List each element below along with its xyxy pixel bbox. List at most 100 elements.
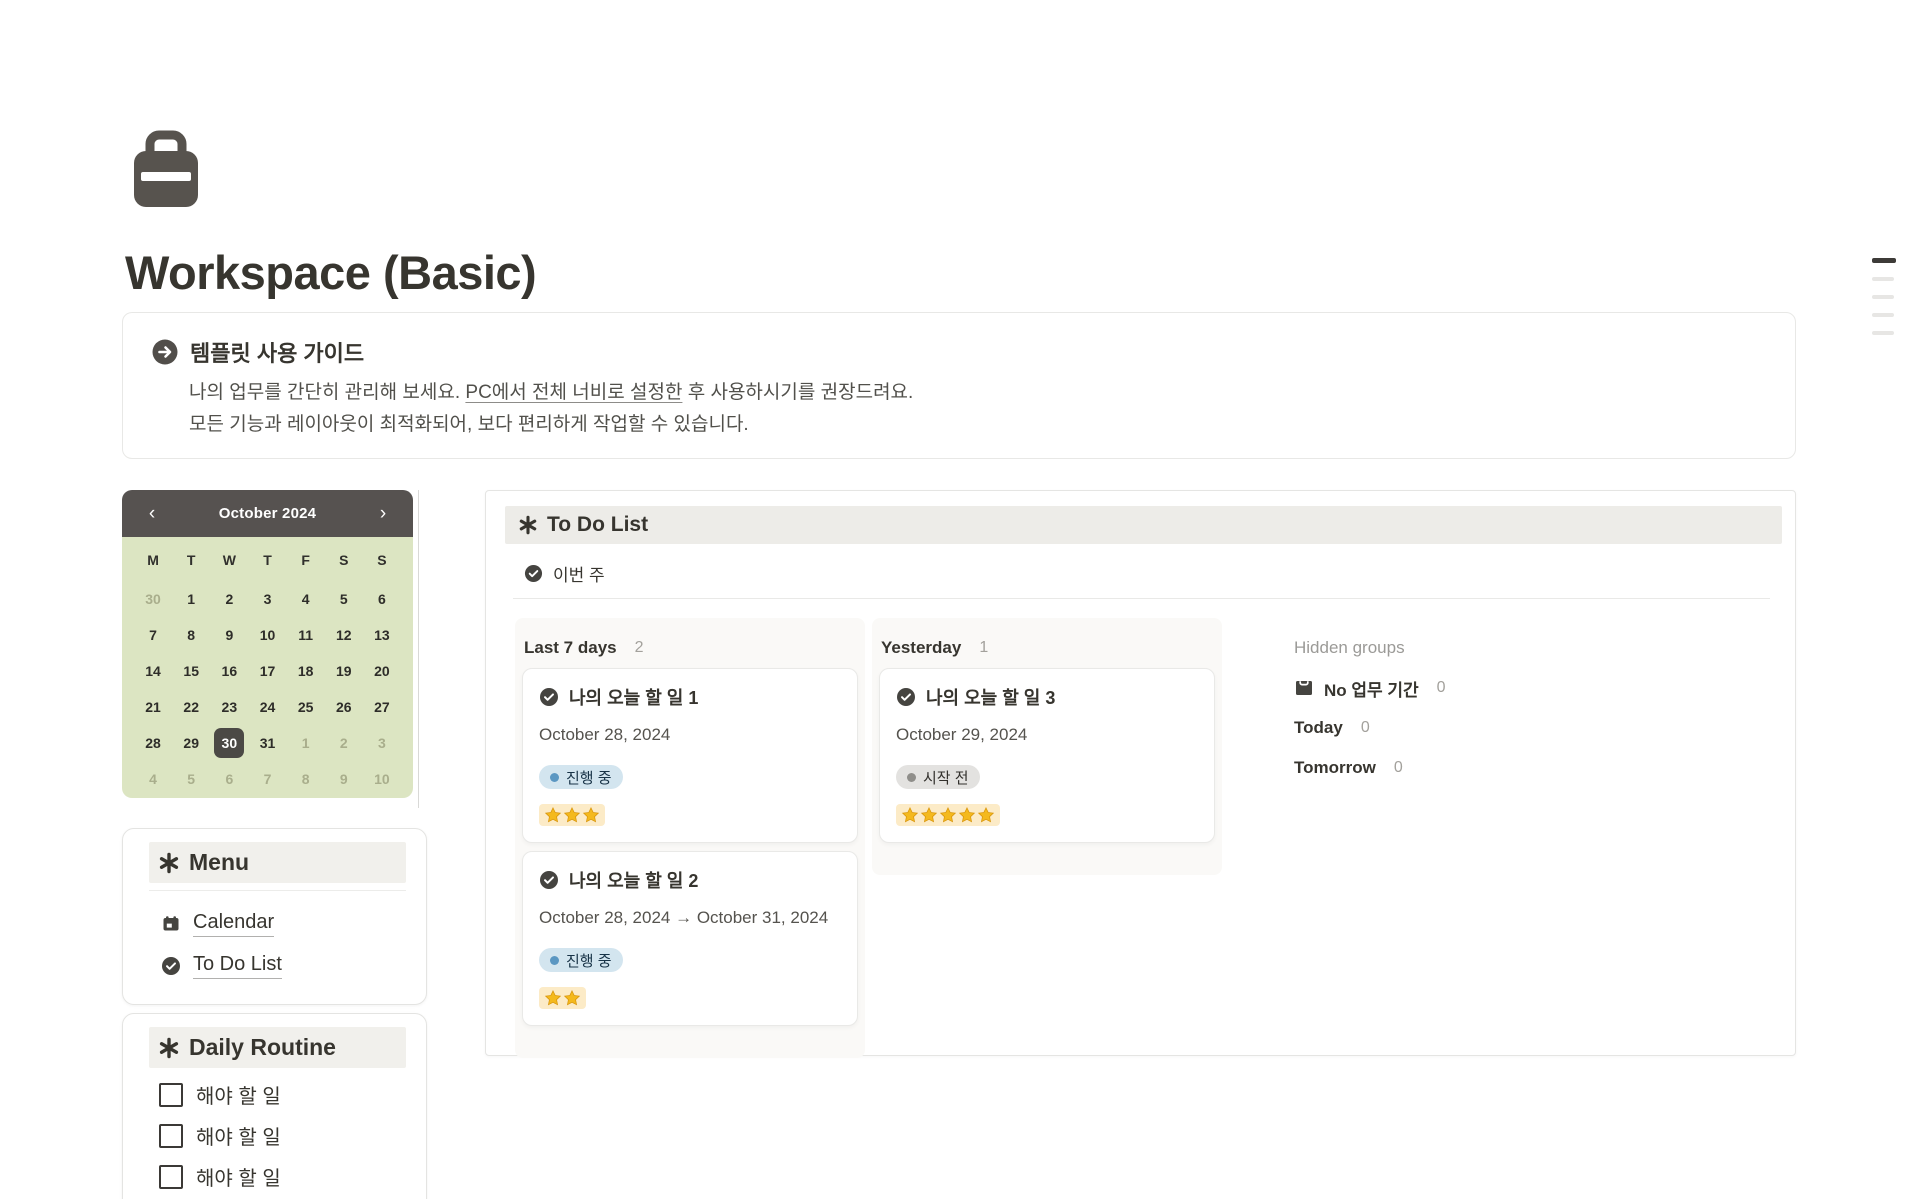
calendar-date-cell[interactable]: 29 xyxy=(172,725,210,761)
menu-item-calendar[interactable]: Calendar xyxy=(161,903,426,945)
calendar-date-cell[interactable]: 17 xyxy=(248,653,286,689)
hidden-group-item[interactable]: Today0 xyxy=(1294,708,1604,748)
calendar-date: 16 xyxy=(214,656,244,686)
column-header: Yesterday1 xyxy=(872,628,1222,668)
calendar-date-cell[interactable]: 4 xyxy=(134,761,172,797)
calendar-date-cell[interactable]: 10 xyxy=(363,761,401,797)
calendar-date-cell[interactable]: 14 xyxy=(134,653,172,689)
calendar-date-cell[interactable]: 30 xyxy=(134,581,172,617)
calendar-date-cell[interactable]: 3 xyxy=(248,581,286,617)
view-tab-label: 이번 주 xyxy=(553,561,605,586)
card-date: October 28, 2024 xyxy=(539,725,841,745)
calendar-date-cell[interactable]: 9 xyxy=(325,761,363,797)
calendar-date: 27 xyxy=(367,692,397,722)
checkbox-icon[interactable] xyxy=(159,1165,183,1189)
calendar-date-cell[interactable]: 2 xyxy=(210,581,248,617)
calendar-date-cell[interactable]: 20 xyxy=(363,653,401,689)
calendar-date-cell[interactable]: 23 xyxy=(210,689,248,725)
status-tag: 진행 중 xyxy=(539,948,623,972)
tag-label: 시작 전 xyxy=(923,767,969,788)
calendar-date-cell[interactable]: 7 xyxy=(134,617,172,653)
hidden-groups-label: Hidden groups xyxy=(1294,628,1604,668)
callout-text: 후 사용하시기를 권장드려요. xyxy=(682,382,913,403)
board-column: Last 7 days2나의 오늘 할 일 1October 28, 2024진… xyxy=(515,618,865,1058)
calendar-date-cell[interactable]: 28 xyxy=(134,725,172,761)
calendar-date-cell[interactable]: 1 xyxy=(172,581,210,617)
calendar-date-cell[interactable]: 2 xyxy=(325,725,363,761)
page-title[interactable]: Workspace (Basic) xyxy=(125,245,536,300)
calendar-date: 5 xyxy=(176,764,206,794)
task-card[interactable]: 나의 오늘 할 일 1October 28, 2024진행 중 xyxy=(522,668,858,843)
calendar-date-cell[interactable]: 26 xyxy=(325,689,363,725)
calendar-date-cell[interactable]: 4 xyxy=(287,581,325,617)
calendar-date: 19 xyxy=(329,656,359,686)
calendar-date-cell[interactable]: 11 xyxy=(287,617,325,653)
task-card[interactable]: 나의 오늘 할 일 3October 29, 2024시작 전 xyxy=(879,668,1215,843)
hidden-group-item[interactable]: Tomorrow0 xyxy=(1294,748,1604,788)
toc-line[interactable] xyxy=(1872,277,1894,281)
calendar-date-cell[interactable]: 22 xyxy=(172,689,210,725)
column-count: 2 xyxy=(635,639,644,657)
calendar-date-cell[interactable]: 27 xyxy=(363,689,401,725)
star-rating xyxy=(539,987,586,1009)
star-icon xyxy=(939,806,957,824)
calendar-date-cell[interactable]: 5 xyxy=(325,581,363,617)
calendar-embed: ‹ October 2024 › MTWTFSS 301234567891011… xyxy=(122,490,419,808)
calendar-date-cell[interactable]: 3 xyxy=(363,725,401,761)
todo-item[interactable]: 해야 할 일 xyxy=(159,1115,426,1156)
calendar-date-cell[interactable]: 5 xyxy=(172,761,210,797)
briefcase-icon[interactable] xyxy=(133,130,199,208)
calendar-prev-icon[interactable]: ‹ xyxy=(142,504,162,523)
toc-line[interactable] xyxy=(1872,258,1896,263)
column-name: Yesterday xyxy=(881,638,961,658)
toc-line[interactable] xyxy=(1872,295,1894,299)
calendar-date-cell[interactable]: 18 xyxy=(287,653,325,689)
star-icon xyxy=(563,806,581,824)
calendar-date-cell[interactable]: 12 xyxy=(325,617,363,653)
calendar-header: ‹ October 2024 › xyxy=(122,490,413,537)
toc-line[interactable] xyxy=(1872,313,1894,317)
calendar-date-cell[interactable]: 21 xyxy=(134,689,172,725)
calendar-date-cell[interactable]: 31 xyxy=(248,725,286,761)
calendar-next-icon[interactable]: › xyxy=(373,504,393,523)
check-circle-icon xyxy=(539,687,559,707)
checkbox-icon[interactable] xyxy=(159,1083,183,1107)
card-title: 나의 오늘 할 일 2 xyxy=(569,867,698,893)
calendar-date: 10 xyxy=(252,620,282,650)
calendar-date-cell[interactable]: 10 xyxy=(248,617,286,653)
calendar-date-cell[interactable]: 16 xyxy=(210,653,248,689)
calendar-date-cell[interactable]: 25 xyxy=(287,689,325,725)
star-icon xyxy=(958,806,976,824)
calendar-date-cell[interactable]: 7 xyxy=(248,761,286,797)
card-tag-row: 진행 중 xyxy=(539,948,841,972)
calendar-date-cell[interactable]: 6 xyxy=(363,581,401,617)
calendar-date-cell[interactable]: 15 xyxy=(172,653,210,689)
menu-header: Menu xyxy=(149,842,406,883)
calendar-date-cell[interactable]: 24 xyxy=(248,689,286,725)
calendar-date-cell[interactable]: 8 xyxy=(287,761,325,797)
calendar-date: 25 xyxy=(291,692,321,722)
tag-label: 진행 중 xyxy=(566,950,612,971)
checkbox-icon[interactable] xyxy=(159,1124,183,1148)
menu-item-to-do-list[interactable]: To Do List xyxy=(161,945,426,987)
calendar-date-cell[interactable]: 8 xyxy=(172,617,210,653)
full-width-setting-link[interactable]: PC에서 전체 너비로 설정한 xyxy=(465,382,682,403)
calendar-date-cell[interactable]: 9 xyxy=(210,617,248,653)
calendar-date: 17 xyxy=(252,656,282,686)
hidden-group-label: Today xyxy=(1294,718,1343,738)
calendar-date-cell[interactable]: 13 xyxy=(363,617,401,653)
calendar-date-cell[interactable]: 19 xyxy=(325,653,363,689)
toc-line[interactable] xyxy=(1872,331,1894,335)
calendar-date-cell[interactable]: 6 xyxy=(210,761,248,797)
calendar-date-cell[interactable]: 1 xyxy=(287,725,325,761)
check-circle-icon xyxy=(161,956,181,976)
todo-item[interactable]: 해야 할 일 xyxy=(159,1156,426,1197)
calendar-date: 21 xyxy=(138,692,168,722)
todo-item[interactable]: 해야 할 일 xyxy=(159,1074,426,1115)
view-tab-this-week[interactable]: 이번 주 xyxy=(524,559,605,587)
todo-board-header: To Do List xyxy=(505,506,1782,544)
calendar-date-cell[interactable]: 30 xyxy=(210,725,248,761)
task-card[interactable]: 나의 오늘 할 일 2October 28, 2024 → October 31… xyxy=(522,851,858,1026)
column-header: Last 7 days2 xyxy=(515,628,865,668)
hidden-group-item[interactable]: No 업무 기간0 xyxy=(1294,668,1604,708)
